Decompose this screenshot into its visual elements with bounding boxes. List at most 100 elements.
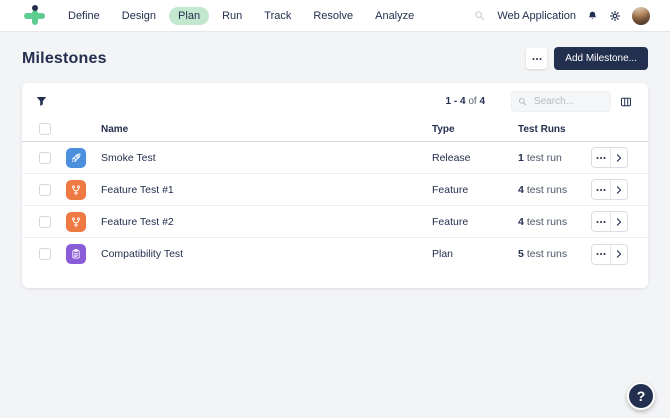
row-open-button[interactable]	[610, 212, 627, 231]
nav-item-plan[interactable]: Plan	[169, 7, 209, 25]
test-run-count: 1	[518, 152, 524, 164]
column-header-type[interactable]: Type	[432, 124, 518, 135]
page-content: Milestones Add Milestone... 1 - 4 of 4	[0, 47, 670, 288]
milestone-type-badge	[66, 244, 86, 264]
table-columns-icon	[620, 96, 632, 108]
row-more-button[interactable]	[592, 212, 610, 231]
row-checkbox[interactable]	[39, 216, 51, 228]
row-type: Feature	[432, 184, 518, 196]
chevron-right-icon	[614, 249, 624, 259]
pagination-of: of	[468, 96, 476, 107]
app-logo[interactable]	[24, 5, 45, 27]
card-toolbar: 1 - 4 of 4	[22, 83, 648, 117]
row-actions	[591, 147, 648, 168]
help-button[interactable]: ?	[627, 382, 655, 410]
row-select-cell	[22, 216, 66, 228]
chevron-right-icon	[614, 217, 624, 227]
nav-item-run[interactable]: Run	[213, 7, 251, 25]
row-icon-cell	[66, 212, 101, 232]
top-bar: DefineDesignPlanRunTrackResolveAnalyze W…	[0, 0, 670, 31]
logo-vertical-bar	[32, 10, 38, 25]
add-milestone-button[interactable]: Add Milestone...	[554, 47, 648, 70]
column-header-name[interactable]: Name	[101, 124, 432, 135]
ellipsis-icon	[600, 157, 602, 159]
branch-icon	[70, 184, 82, 196]
notifications-button[interactable]	[587, 10, 598, 22]
page-title: Milestones	[22, 50, 107, 68]
nav-item-define[interactable]: Define	[59, 7, 109, 25]
page-actions: Add Milestone...	[526, 47, 648, 70]
test-run-label: test run	[527, 152, 562, 164]
toolbar-right: 1 - 4 of 4	[446, 91, 632, 112]
row-name[interactable]: Smoke Test	[101, 152, 432, 164]
row-select-cell	[22, 152, 66, 164]
table-row: Compatibility Test Plan 5test runs	[22, 238, 648, 270]
global-search-button[interactable]	[473, 9, 486, 22]
row-name[interactable]: Feature Test #2	[101, 216, 432, 228]
project-selector[interactable]: Web Application	[497, 10, 576, 22]
ellipsis-icon	[600, 189, 602, 191]
row-icon-cell	[66, 244, 101, 264]
row-more-button[interactable]	[592, 180, 610, 199]
ellipsis-icon	[600, 253, 602, 255]
rocket-icon	[70, 152, 82, 164]
test-run-count: 4	[518, 216, 524, 228]
funnel-icon	[35, 95, 48, 108]
table-body: Smoke Test Release 1test run	[22, 142, 648, 270]
main-nav: DefineDesignPlanRunTrackResolveAnalyze	[57, 7, 425, 25]
search-input[interactable]	[511, 91, 611, 112]
milestone-type-badge	[66, 212, 86, 232]
search-box	[511, 91, 611, 112]
select-all-checkbox[interactable]	[39, 123, 51, 135]
table-header: Name Type Test Runs	[22, 117, 648, 142]
row-action-group	[591, 211, 628, 232]
pagination-total: 4	[479, 96, 485, 107]
nav-item-resolve[interactable]: Resolve	[304, 7, 362, 25]
nav-item-track[interactable]: Track	[255, 7, 300, 25]
row-test-runs: 4test runs	[518, 216, 591, 228]
chevron-right-icon	[614, 153, 624, 163]
milestones-table: Name Type Test Runs Smoke Test Release 1…	[22, 117, 648, 270]
row-checkbox[interactable]	[39, 184, 51, 196]
row-icon-cell	[66, 180, 101, 200]
row-more-button[interactable]	[592, 148, 610, 167]
row-name[interactable]: Compatibility Test	[101, 248, 432, 260]
row-type: Plan	[432, 248, 518, 260]
page-more-button[interactable]	[526, 48, 547, 69]
branch-icon	[70, 216, 82, 228]
row-test-runs: 1test run	[518, 152, 591, 164]
test-run-label: test runs	[527, 184, 567, 196]
nav-item-analyze[interactable]: Analyze	[366, 7, 423, 25]
row-actions	[591, 211, 648, 232]
settings-button[interactable]	[609, 10, 621, 22]
milestone-type-badge	[66, 148, 86, 168]
row-checkbox[interactable]	[39, 248, 51, 260]
header-select-cell	[22, 123, 66, 135]
test-run-label: test runs	[527, 248, 567, 260]
test-run-count: 5	[518, 248, 524, 260]
table-row: Smoke Test Release 1test run	[22, 142, 648, 174]
row-icon-cell	[66, 148, 101, 168]
row-open-button[interactable]	[610, 245, 627, 264]
row-select-cell	[22, 184, 66, 196]
row-name[interactable]: Feature Test #1	[101, 184, 432, 196]
test-run-count: 4	[518, 184, 524, 196]
filter-button[interactable]	[35, 95, 48, 108]
row-open-button[interactable]	[610, 148, 627, 167]
row-test-runs: 4test runs	[518, 184, 591, 196]
row-checkbox[interactable]	[39, 152, 51, 164]
row-select-cell	[22, 248, 66, 260]
nav-item-design[interactable]: Design	[113, 7, 165, 25]
row-open-button[interactable]	[610, 180, 627, 199]
page-header: Milestones Add Milestone...	[22, 47, 648, 70]
row-more-button[interactable]	[592, 245, 610, 264]
chevron-right-icon	[614, 185, 624, 195]
milestone-type-badge	[66, 180, 86, 200]
pagination: 1 - 4 of 4	[446, 96, 485, 107]
columns-button[interactable]	[620, 96, 632, 108]
milestones-card: 1 - 4 of 4 N	[22, 83, 648, 288]
user-avatar[interactable]	[632, 7, 650, 25]
row-actions	[591, 244, 648, 265]
row-action-group	[591, 244, 628, 265]
column-header-test-runs[interactable]: Test Runs	[518, 124, 591, 135]
